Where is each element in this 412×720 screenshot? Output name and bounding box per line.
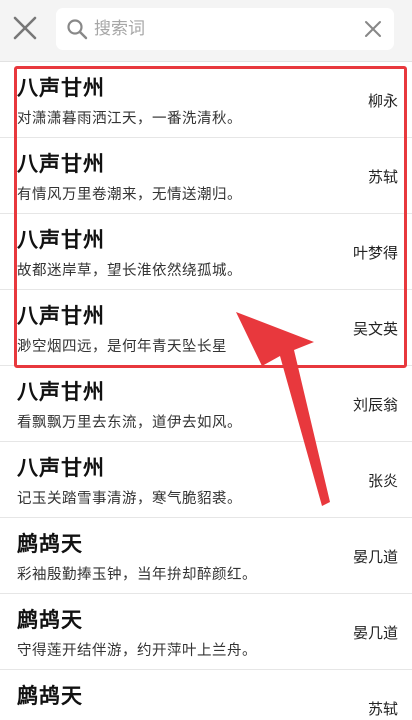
poem-title: 八声甘州 xyxy=(17,455,105,480)
poem-title: 八声甘州 xyxy=(17,75,105,100)
poem-author: 刘辰翁 xyxy=(352,396,398,414)
list-item[interactable]: 鹧鸪天 苏轼 xyxy=(0,670,412,720)
results-list: 八声甘州 对潇潇暮雨洒江天，一番洗清秋。 柳永 八声甘州 有情风万里卷潮来，无情… xyxy=(0,62,412,720)
poem-title: 鹧鸪天 xyxy=(17,531,83,556)
poem-title: 八声甘州 xyxy=(17,227,105,252)
poem-author: 叶梦得 xyxy=(352,244,398,262)
list-item[interactable]: 八声甘州 记玉关踏雪事清游，寒气脆貂裘。 张炎 xyxy=(0,442,412,518)
poem-author: 苏轼 xyxy=(367,168,398,186)
poem-author: 柳永 xyxy=(367,92,398,110)
poem-first-line: 对潇潇暮雨洒江天，一番洗清秋。 xyxy=(17,111,242,127)
poem-first-line: 记玉关踏雪事清游，寒气脆貂裘。 xyxy=(17,491,242,507)
poem-title: 鹧鸪天 xyxy=(17,607,83,632)
clear-icon xyxy=(365,21,381,37)
poem-title: 八声甘州 xyxy=(17,303,105,328)
poem-author: 苏轼 xyxy=(367,700,398,718)
close-icon xyxy=(13,16,37,40)
list-item[interactable]: 八声甘州 有情风万里卷潮来，无情送潮归。 苏轼 xyxy=(0,138,412,214)
search-header xyxy=(0,0,412,62)
poem-title: 八声甘州 xyxy=(17,151,105,176)
poem-first-line: 故都迷岸草，望长淮依然绕孤城。 xyxy=(17,263,242,279)
clear-search-button[interactable] xyxy=(362,18,384,40)
poem-author: 吴文英 xyxy=(352,320,398,338)
search-input[interactable] xyxy=(94,14,344,44)
list-item[interactable]: 鹧鸪天 彩袖殷勤捧玉钟，当年拚却醉颜红。 晏几道 xyxy=(0,518,412,594)
poem-first-line: 彩袖殷勤捧玉钟，当年拚却醉颜红。 xyxy=(17,567,257,583)
poem-author: 晏几道 xyxy=(352,624,398,642)
poem-title: 鹧鸪天 xyxy=(17,683,83,708)
list-item[interactable]: 鹧鸪天 守得莲开结伴游，约开萍叶上兰舟。 晏几道 xyxy=(0,594,412,670)
poem-first-line: 渺空烟四远，是何年青天坠长星 xyxy=(17,339,227,355)
search-box[interactable] xyxy=(56,8,394,50)
poem-first-line: 守得莲开结伴游，约开萍叶上兰舟。 xyxy=(17,643,257,659)
poem-first-line: 看飘飘万里去东流，道伊去如风。 xyxy=(17,415,242,431)
close-button[interactable] xyxy=(10,13,40,43)
poem-title: 八声甘州 xyxy=(17,379,105,404)
search-icon xyxy=(67,19,88,40)
poem-author: 张炎 xyxy=(367,472,398,490)
list-item[interactable]: 八声甘州 对潇潇暮雨洒江天，一番洗清秋。 柳永 xyxy=(0,62,412,138)
list-item[interactable]: 八声甘州 故都迷岸草，望长淮依然绕孤城。 叶梦得 xyxy=(0,214,412,290)
poem-first-line: 有情风万里卷潮来，无情送潮归。 xyxy=(17,187,242,203)
poem-author: 晏几道 xyxy=(352,548,398,566)
list-item[interactable]: 八声甘州 渺空烟四远，是何年青天坠长星 吴文英 xyxy=(0,290,412,366)
list-item[interactable]: 八声甘州 看飘飘万里去东流，道伊去如风。 刘辰翁 xyxy=(0,366,412,442)
